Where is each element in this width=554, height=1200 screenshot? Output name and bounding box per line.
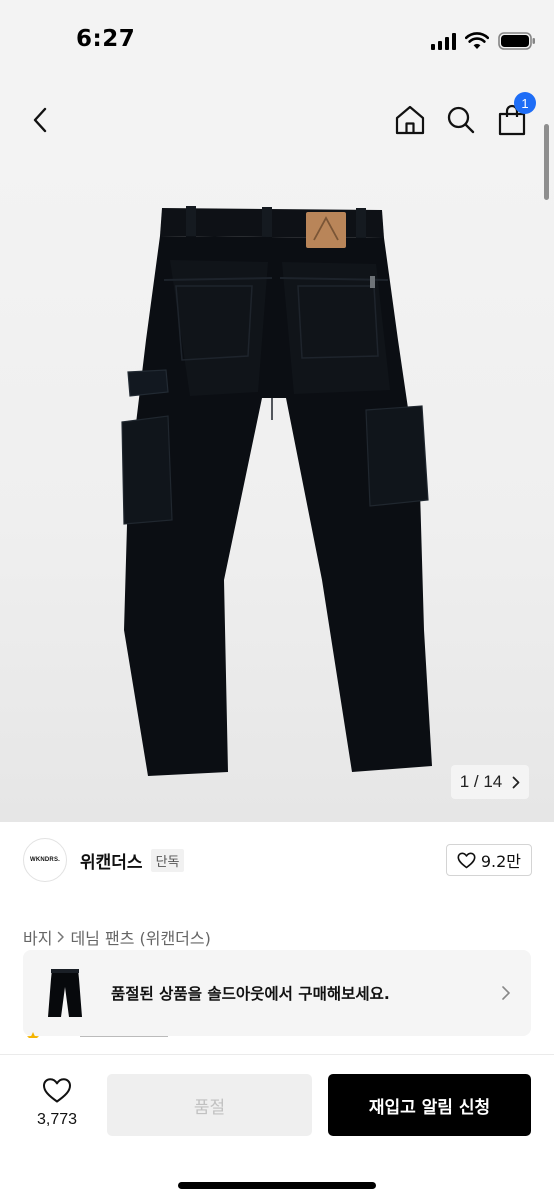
status-bar: 6:27 bbox=[0, 0, 554, 80]
battery-icon bbox=[498, 32, 535, 50]
home-button[interactable] bbox=[392, 102, 428, 138]
breadcrumb: 바지 데님 팬츠 (위캔더스) bbox=[23, 925, 211, 949]
product-image-denim-pants bbox=[121, 206, 432, 776]
top-nav: 1 bbox=[0, 80, 554, 160]
cart-count-badge: 1 bbox=[514, 92, 536, 114]
bottom-action-bar: 3,773 품절 재입고 알림 신청 bbox=[0, 1054, 554, 1200]
soldout-promo-text: 품절된 상품을 솔드아웃에서 구매해보세요. bbox=[111, 985, 390, 1003]
breadcrumb-category[interactable]: 바지 bbox=[23, 925, 52, 949]
star-icon bbox=[26, 1030, 40, 1038]
image-pager[interactable]: 1 / 14 bbox=[451, 765, 529, 799]
wishlist-button[interactable]: 3,773 bbox=[30, 1077, 84, 1129]
chevron-right-icon bbox=[502, 986, 510, 1000]
home-indicator[interactable] bbox=[178, 1182, 376, 1189]
exclusive-badge: 단독 bbox=[150, 848, 185, 872]
soldout-button: 품절 bbox=[107, 1074, 312, 1136]
wifi-icon bbox=[465, 32, 489, 49]
cellular-signal-icon bbox=[431, 32, 456, 50]
image-pager-count: 1 / 14 bbox=[459, 772, 503, 791]
wishlist-count: 3,773 bbox=[36, 1111, 78, 1128]
breadcrumb-subcategory[interactable]: 데님 팬츠 (위캔더스) bbox=[70, 925, 210, 949]
status-time: 6:27 bbox=[76, 26, 136, 52]
restock-alert-button[interactable]: 재입고 알림 신청 bbox=[328, 1074, 531, 1136]
chevron-left-icon bbox=[33, 107, 47, 133]
heart-icon bbox=[457, 852, 476, 868]
brand-like-count: 9.2만 bbox=[480, 852, 521, 871]
breadcrumb-chevron-icon bbox=[58, 931, 65, 943]
soldout-product-thumbnail bbox=[37, 958, 93, 1028]
back-button[interactable] bbox=[24, 102, 56, 138]
chevron-right-icon bbox=[512, 776, 520, 788]
brand-like-button[interactable]: 9.2만 bbox=[445, 844, 532, 876]
heart-icon bbox=[43, 1078, 71, 1103]
search-button[interactable] bbox=[443, 102, 479, 138]
home-icon bbox=[395, 105, 425, 135]
cart-button[interactable]: 1 bbox=[494, 92, 536, 138]
brand-logo[interactable]: WKNDRS. bbox=[23, 838, 67, 882]
brand-logo-text: WKNDRS. bbox=[29, 857, 61, 863]
brand-row: WKNDRS. 위캔더스 단독 9.2만 bbox=[23, 836, 532, 884]
search-icon bbox=[447, 106, 475, 134]
soldout-promo-banner[interactable]: 품절된 상품을 솔드아웃에서 구매해보세요. bbox=[23, 950, 531, 1036]
status-icons bbox=[431, 30, 536, 52]
scrollbar-thumb[interactable] bbox=[544, 124, 549, 200]
product-image-gallery[interactable]: 1 / 14 bbox=[0, 160, 554, 822]
divider bbox=[80, 1036, 168, 1037]
brand-name[interactable]: 위캔더스 bbox=[80, 848, 143, 873]
